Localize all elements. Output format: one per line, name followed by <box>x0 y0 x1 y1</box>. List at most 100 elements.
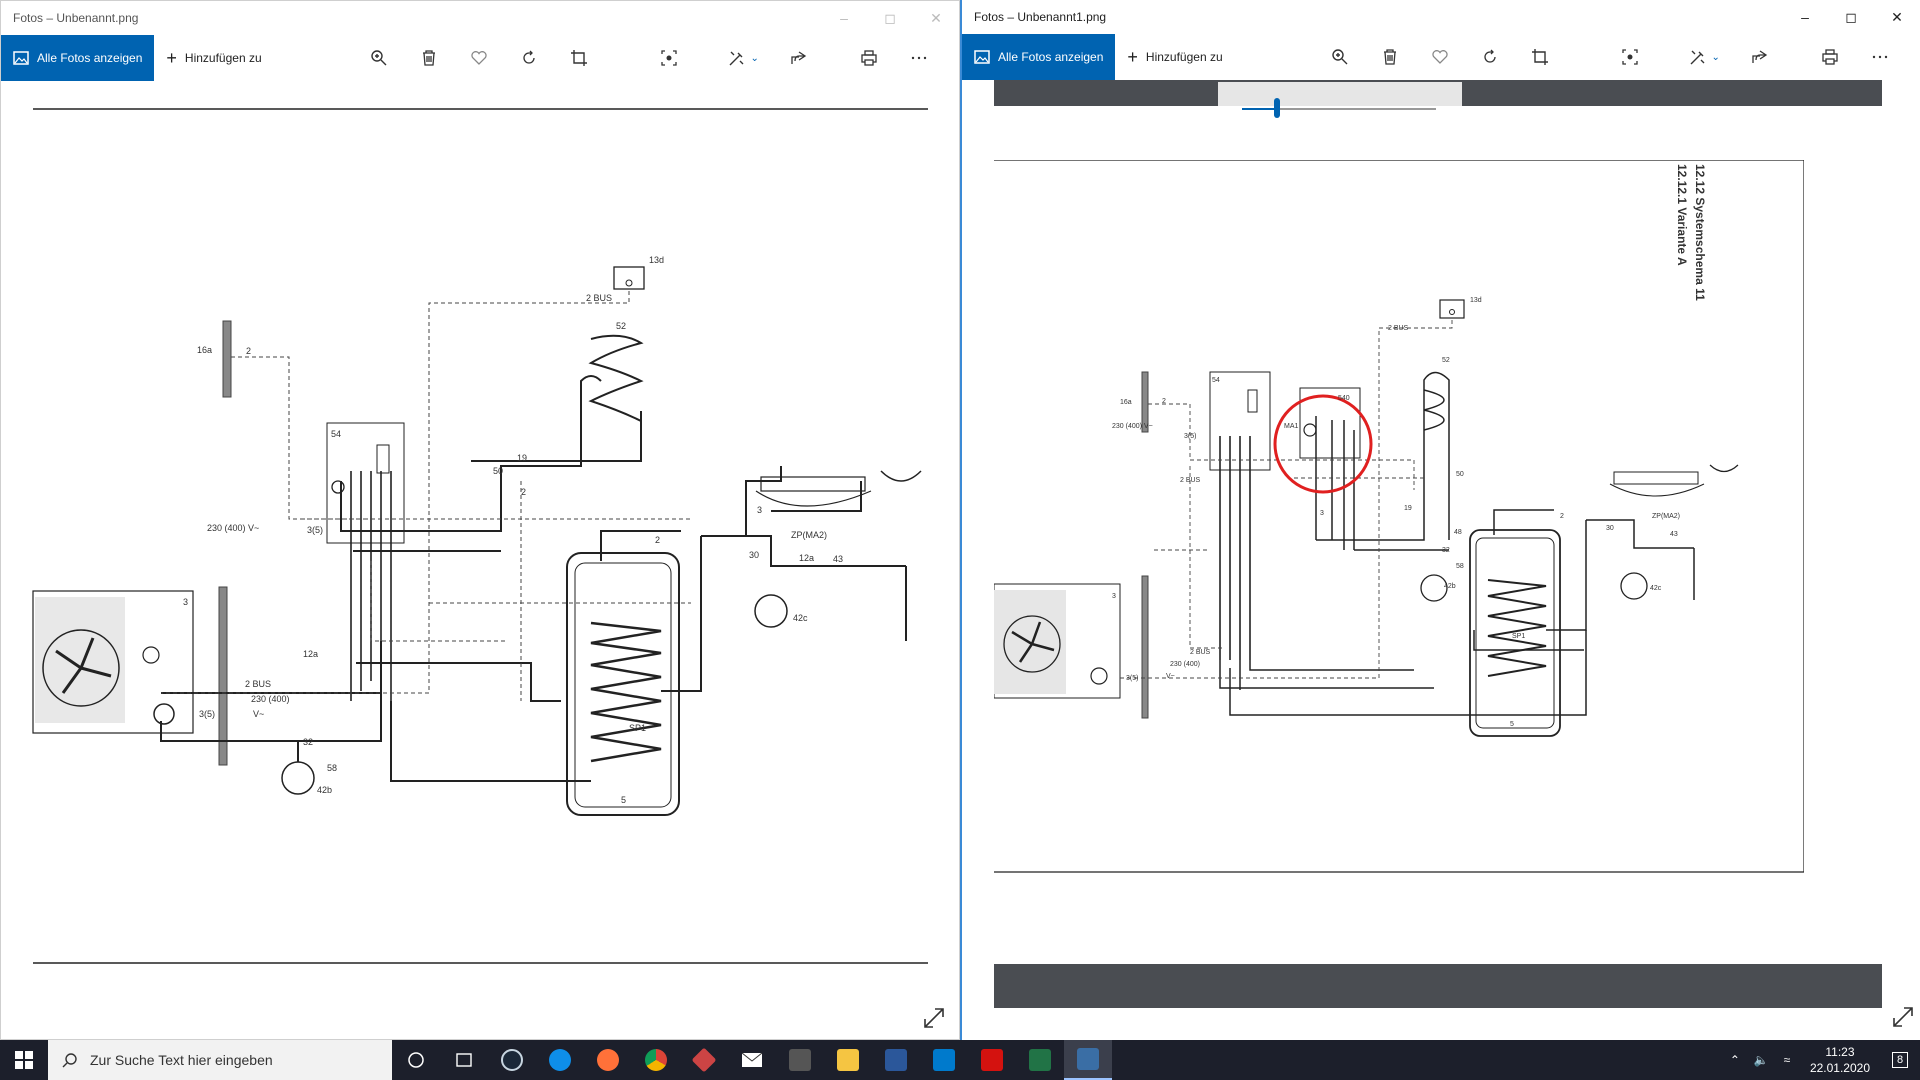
expand-icon[interactable] <box>1892 1006 1914 1028</box>
share-icon[interactable] <box>774 35 824 81</box>
start-button[interactable] <box>0 1040 48 1080</box>
print-icon[interactable] <box>1805 34 1855 80</box>
network-icon[interactable]: ≈ <box>1774 1053 1800 1067</box>
label-35: 3(5) <box>1184 433 1196 440</box>
system-schematic-left: 13d 2 BUS 52 16a 2 54 19 50 2 230 (400) … <box>32 108 928 964</box>
label-35a: 3(5) <box>307 525 323 535</box>
image-canvas[interactable]: 13d 2 BUS 52 54 16a 2 540 MA1 230 (400) … <box>962 80 1920 1040</box>
volume-icon[interactable]: 🔈 <box>1748 1053 1774 1067</box>
maximize-button[interactable]: ◻ <box>1828 0 1874 34</box>
label-13d: 13d <box>649 255 664 265</box>
taskbar-search[interactable]: Zur Suche Text hier eingeben <box>48 1040 392 1080</box>
label-30: 30 <box>1606 525 1614 532</box>
print-icon[interactable] <box>844 35 894 81</box>
label-52: 52 <box>616 321 626 331</box>
label-58: 58 <box>1456 563 1464 570</box>
delete-icon[interactable] <box>404 35 454 81</box>
title-bar[interactable]: Fotos – Unbenannt1.png – ◻ ✕ <box>962 0 1920 34</box>
system-tray: ⌃ 🔈 ≈ 11:23 22.01.2020 8 <box>1722 1040 1920 1080</box>
photos-window-right: Fotos – Unbenannt1.png – ◻ ✕ Alle Fotos … <box>960 0 1920 1040</box>
label-v: V~ <box>1166 673 1175 680</box>
share-icon[interactable] <box>1735 34 1785 80</box>
search-placeholder: Zur Suche Text hier eingeben <box>90 1052 273 1068</box>
zoom-icon[interactable] <box>354 35 404 81</box>
cortana-icon[interactable] <box>392 1040 440 1080</box>
crop-icon[interactable] <box>554 35 604 81</box>
task-view-icon[interactable] <box>440 1040 488 1080</box>
label-2bus2: 2 BUS <box>1180 477 1201 484</box>
image-canvas[interactable]: 13d 2 BUS 52 16a 2 54 19 50 2 230 (400) … <box>1 81 959 1039</box>
add-to-label: Hinzufügen zu <box>1145 50 1223 64</box>
all-photos-button[interactable]: Alle Fotos anzeigen <box>962 34 1116 80</box>
label-2bus: 2 BUS <box>1388 325 1409 332</box>
minimize-button[interactable]: – <box>1782 0 1828 34</box>
plus-icon: + <box>1127 47 1138 67</box>
photos-app-icon[interactable] <box>1064 1040 1112 1080</box>
label-43: 43 <box>1670 531 1678 538</box>
expand-icon[interactable] <box>923 1007 945 1029</box>
more-icon[interactable] <box>1855 34 1905 80</box>
label-35b: 3(5) <box>1126 675 1138 682</box>
rotate-icon[interactable] <box>504 35 554 81</box>
all-photos-button[interactable]: Alle Fotos anzeigen <box>1 35 155 81</box>
clock[interactable]: 11:23 22.01.2020 <box>1800 1044 1880 1076</box>
window-title: Fotos – Unbenannt.png <box>13 11 139 25</box>
acrobat-icon[interactable] <box>968 1040 1016 1080</box>
plus-icon: + <box>166 48 177 68</box>
label-230b: 230 (400) <box>251 694 290 704</box>
more-icon[interactable] <box>894 35 944 81</box>
word-icon[interactable] <box>872 1040 920 1080</box>
label-sp1: SP1 <box>629 723 646 733</box>
label-2b: 2 <box>521 487 526 497</box>
notification-icon[interactable]: 8 <box>1880 1052 1920 1068</box>
label-19: 19 <box>1404 505 1412 512</box>
label-2bus3: 2 BUS <box>1190 649 1211 656</box>
label-42c: 42c <box>793 613 808 623</box>
photo-icon <box>13 51 29 65</box>
edit-icon[interactable]: ⌄ <box>1675 34 1735 80</box>
firefox-icon[interactable] <box>584 1040 632 1080</box>
label-3: 3 <box>757 505 762 515</box>
delete-icon[interactable] <box>1365 34 1415 80</box>
maximize-button[interactable]: ◻ <box>867 1 913 35</box>
heart-icon[interactable] <box>1415 34 1465 80</box>
label-32: 32 <box>1442 547 1450 554</box>
label-zp: ZP(MA2) <box>791 530 827 540</box>
excel-icon[interactable] <box>1016 1040 1064 1080</box>
zoom-icon[interactable] <box>1315 34 1365 80</box>
steam-icon[interactable] <box>488 1040 536 1080</box>
toolbar: Alle Fotos anzeigen + Hinzufügen zu ⌄ <box>1 35 959 81</box>
vscode-icon[interactable] <box>920 1040 968 1080</box>
app-cube-icon[interactable] <box>680 1040 728 1080</box>
rotate-icon[interactable] <box>1465 34 1515 80</box>
enhance-icon[interactable] <box>644 35 694 81</box>
add-to-button[interactable]: + Hinzufügen zu <box>154 35 273 81</box>
teamviewer-icon[interactable] <box>536 1040 584 1080</box>
edit-icon[interactable]: ⌄ <box>714 35 774 81</box>
title-bar[interactable]: Fotos – Unbenannt.png – ◻ ✕ <box>1 1 959 35</box>
file-explorer-icon[interactable] <box>824 1040 872 1080</box>
minimize-button[interactable]: – <box>821 1 867 35</box>
close-button[interactable]: ✕ <box>913 1 959 35</box>
add-to-button[interactable]: + Hinzufügen zu <box>1115 34 1234 80</box>
window-title: Fotos – Unbenannt1.png <box>974 10 1107 24</box>
chrome-icon[interactable] <box>632 1040 680 1080</box>
chevron-up-icon[interactable]: ⌃ <box>1722 1053 1748 1067</box>
game-icon[interactable] <box>776 1040 824 1080</box>
crop-icon[interactable] <box>1515 34 1565 80</box>
label-sp1: SP1 <box>1512 633 1525 640</box>
label-42c: 42c <box>1650 585 1662 592</box>
label-50: 50 <box>1456 471 1464 478</box>
label-35b: 3(5) <box>199 709 215 719</box>
enhance-icon[interactable] <box>1605 34 1655 80</box>
label-v: V~ <box>253 709 264 719</box>
label-30: 30 <box>749 550 759 560</box>
label-2c: 2 <box>655 535 660 545</box>
label-2bus-top: 2 BUS <box>586 293 612 303</box>
mail-icon[interactable] <box>728 1040 776 1080</box>
close-button[interactable]: ✕ <box>1874 0 1920 34</box>
label-42b: 42b <box>317 785 332 795</box>
zoom-slider[interactable] <box>1218 82 1462 118</box>
zoom-thumb[interactable] <box>1274 98 1280 118</box>
heart-icon[interactable] <box>454 35 504 81</box>
